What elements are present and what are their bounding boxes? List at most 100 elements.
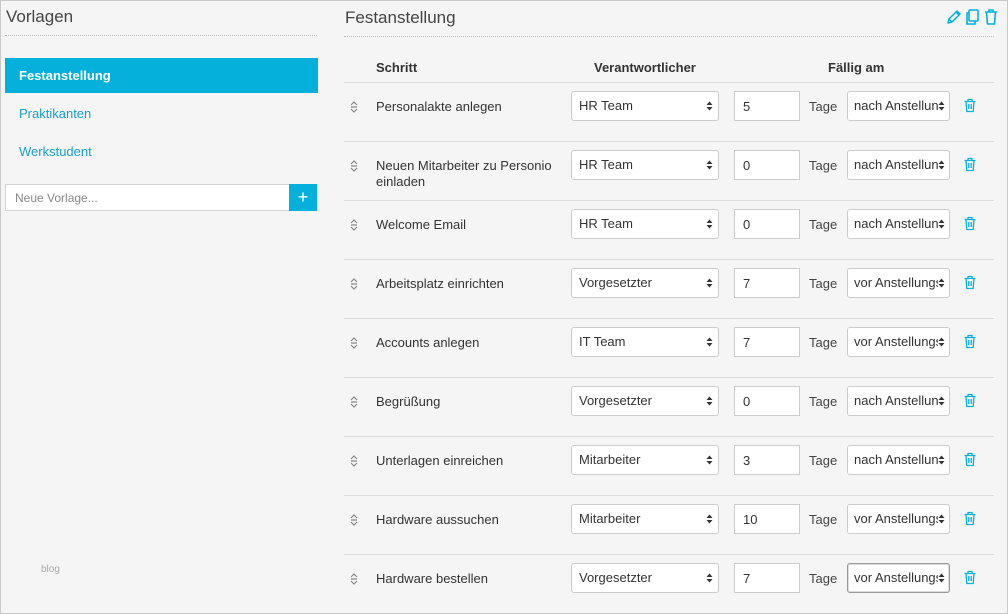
table-row: Personalakte anlegen HR Team 5 Tage nach… [344,82,994,141]
table-row: Hardware bestellen Vorgesetzter 7 Tage v… [344,554,994,613]
delete-row-icon[interactable] [963,393,977,408]
delete-row-icon[interactable] [963,570,977,585]
timing-select[interactable]: vor Anstellungsbeginn [847,563,950,593]
days-input[interactable]: 5 [734,91,800,121]
timing-select[interactable]: nach Anstellung [847,209,950,239]
select-arrows-icon [706,455,713,465]
days-input[interactable]: 7 [734,268,800,298]
select-arrows-icon [938,219,945,229]
responsible-select[interactable]: Mitarbeiter [571,445,719,475]
step-name: Hardware aussuchen [376,512,499,527]
days-unit-label: Tage [809,512,838,527]
timing-select[interactable]: vor Anstellungsbeginn [847,504,950,534]
add-template-button[interactable]: + [289,184,317,211]
select-arrows-icon [938,101,945,111]
responsible-select[interactable]: Vorgesetzter [571,386,719,416]
responsible-select[interactable]: HR Team [571,209,719,239]
templates-sidebar: Vorlagen Festanstellung Praktikanten Wer… [5,1,319,613]
trash-icon[interactable] [983,8,999,26]
days-input[interactable]: 7 [734,563,800,593]
drag-handle-icon[interactable] [349,159,359,173]
timing-select[interactable]: nach Anstellung [847,386,950,416]
drag-handle-icon[interactable] [349,395,359,409]
responsible-select[interactable]: IT Team [571,327,719,357]
page-title: Festanstellung [345,8,456,27]
days-input[interactable]: 7 [734,327,800,357]
timing-select[interactable]: nach Anstellung [847,91,950,121]
days-unit-label: Tage [809,158,838,173]
responsible-select[interactable]: HR Team [571,150,719,180]
days-input[interactable]: 0 [734,150,800,180]
select-arrows-icon [938,514,945,524]
timing-select[interactable]: vor Anstellungsbeginn [847,268,950,298]
drag-handle-icon[interactable] [349,336,359,350]
days-input[interactable]: 3 [734,445,800,475]
footer-blog-link[interactable]: blog [41,564,60,575]
delete-row-icon[interactable] [963,98,977,113]
responsible-value: Vorgesetzter [579,275,652,290]
column-header-responsible: Verantwortlicher [594,60,696,75]
responsible-select[interactable]: HR Team [571,91,719,121]
timing-select[interactable]: vor Anstellungsbeginn [847,327,950,357]
timing-value: nach Anstellung [854,98,938,113]
pencil-icon[interactable] [945,8,961,26]
new-template-form: + [5,184,317,211]
sidebar-title: Vorlagen [6,7,74,26]
responsible-select[interactable]: Vorgesetzter [571,268,719,298]
timing-select[interactable]: nach Anstellung [847,150,950,180]
column-header-due: Fällig am [828,60,885,75]
delete-row-icon[interactable] [963,157,977,172]
responsible-value: Mitarbeiter [579,452,641,467]
days-unit-label: Tage [809,276,838,291]
timing-select[interactable]: nach Anstellung [847,445,950,475]
days-input[interactable]: 0 [734,386,800,416]
days-unit-label: Tage [809,571,838,586]
table-row: Neuen Mitarbeiter zu Personio einladen H… [344,141,994,200]
delete-row-icon[interactable] [963,275,977,290]
delete-row-icon[interactable] [963,452,977,467]
responsible-select[interactable]: Vorgesetzter [571,563,719,593]
select-arrows-icon [706,101,713,111]
responsible-value: Vorgesetzter [579,570,652,585]
drag-handle-icon[interactable] [349,513,359,527]
drag-handle-icon[interactable] [349,454,359,468]
drag-handle-icon[interactable] [349,572,359,586]
delete-row-icon[interactable] [963,334,977,349]
select-arrows-icon [706,573,713,583]
timing-value: vor Anstellungsbeginn [854,570,938,585]
copy-icon[interactable] [964,8,980,26]
table-row: Accounts anlegen IT Team 7 Tage vor Anst… [344,318,994,377]
responsible-value: Vorgesetzter [579,393,652,408]
template-item-festanstellung[interactable]: Festanstellung [5,58,318,93]
responsible-select[interactable]: Mitarbeiter [571,504,719,534]
select-arrows-icon [706,514,713,524]
drag-handle-icon[interactable] [349,218,359,232]
select-arrows-icon [706,278,713,288]
days-input[interactable]: 10 [734,504,800,534]
drag-handle-icon[interactable] [349,100,359,114]
select-arrows-icon [706,396,713,406]
app-window: Vorlagen Festanstellung Praktikanten Wer… [0,0,1008,614]
select-arrows-icon [706,337,713,347]
days-input[interactable]: 0 [734,209,800,239]
days-unit-label: Tage [809,99,838,114]
select-arrows-icon [938,337,945,347]
days-unit-label: Tage [809,217,838,232]
drag-handle-icon[interactable] [349,277,359,291]
step-name: Personalakte anlegen [376,99,502,114]
table-row: Hardware aussuchen Mitarbeiter 10 Tage v… [344,495,994,554]
template-item-praktikanten[interactable]: Praktikanten [5,96,318,131]
select-arrows-icon [938,160,945,170]
delete-row-icon[interactable] [963,511,977,526]
responsible-value: IT Team [579,334,626,349]
responsible-value: HR Team [579,157,633,172]
step-name: Accounts anlegen [376,335,480,350]
responsible-value: Mitarbeiter [579,511,641,526]
step-name: Neuen Mitarbeiter zu Personio einladen [376,158,552,189]
select-arrows-icon [938,573,945,583]
table-header: Schritt Verantwortlicher Fällig am [344,60,994,82]
template-item-werkstudent[interactable]: Werkstudent [5,134,318,169]
title-toolbar [945,8,999,26]
delete-row-icon[interactable] [963,216,977,231]
new-template-input[interactable] [6,185,289,210]
